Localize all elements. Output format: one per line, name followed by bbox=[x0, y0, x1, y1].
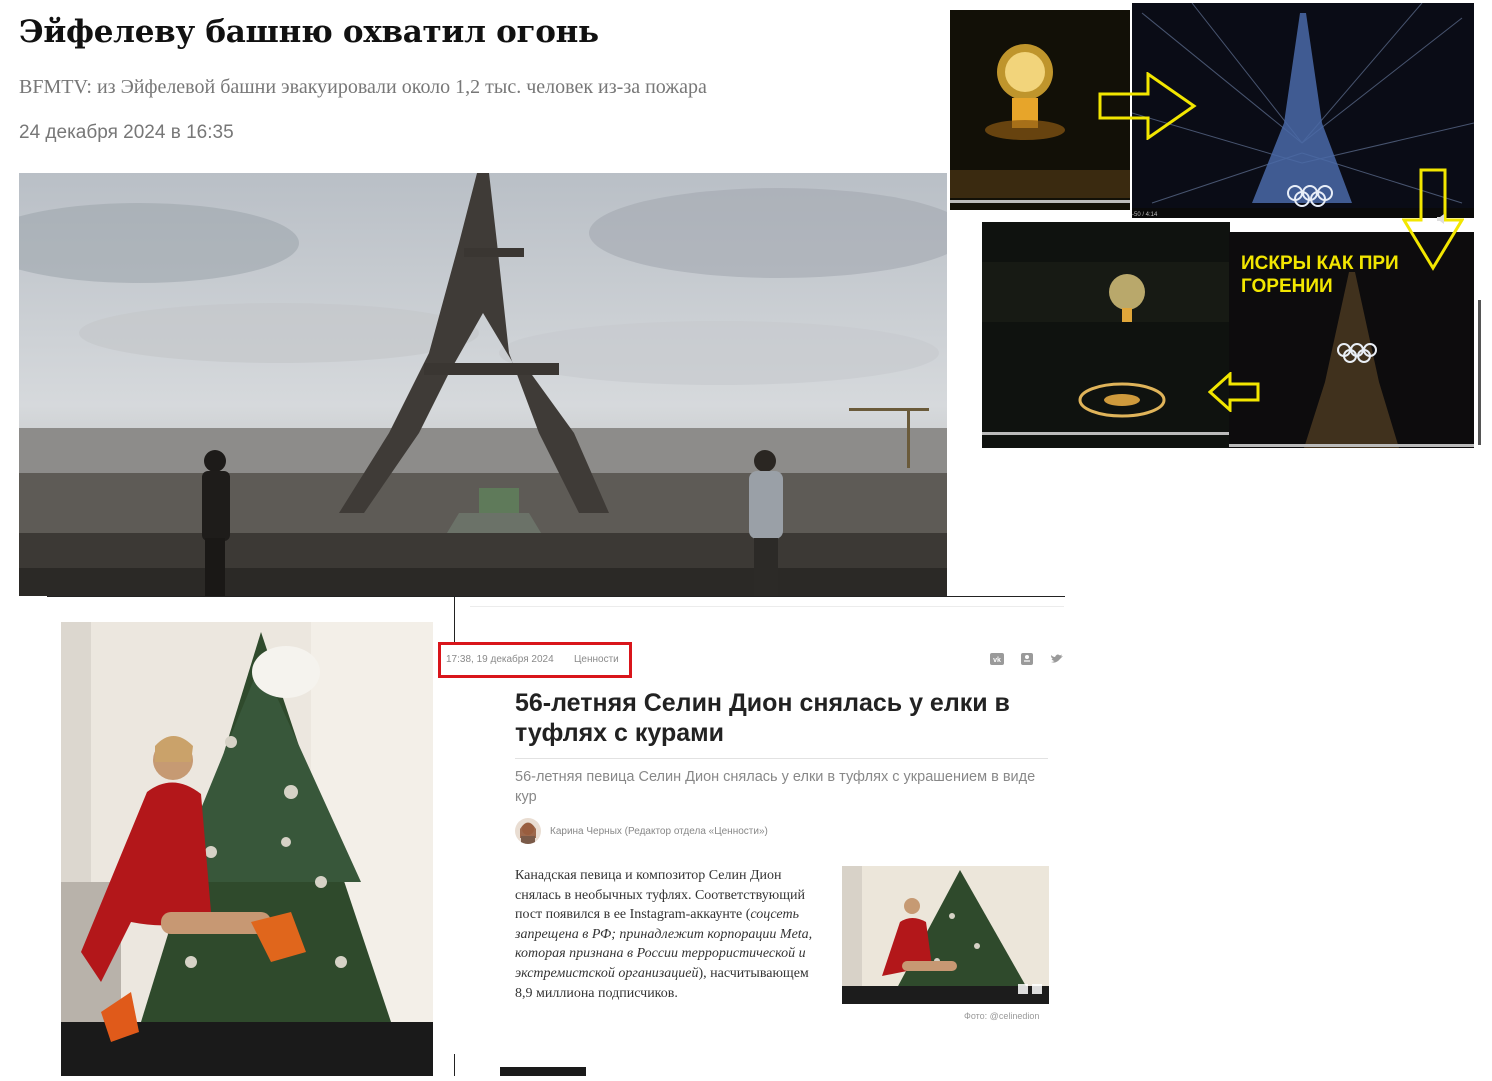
article2-body: Канадская певица и композитор Селин Дион… bbox=[515, 866, 815, 1003]
overlay-line-1: ИСКРЫ КАК ПРИ bbox=[1241, 253, 1399, 274]
svg-text:vk: vk bbox=[993, 657, 1001, 664]
photo-caption: Фото: @celinedion bbox=[964, 1011, 1040, 1021]
ok-icon[interactable] bbox=[1020, 653, 1034, 665]
eiffel-tower-photo bbox=[0, 173, 969, 596]
article1-title: Эйфелеву башню охватил огонь bbox=[19, 14, 599, 50]
article1-subtitle: BFMTV: из Эйфелевой башни эвакуировали о… bbox=[19, 76, 707, 98]
article2-category-link[interactable]: Ценности bbox=[574, 654, 619, 665]
article2-paragraph: Канадская певица и композитор Селин Дион… bbox=[515, 866, 815, 1003]
article2-thumbnail[interactable] bbox=[842, 866, 1049, 1004]
article2-date: 17:38, 19 декабря 2024 bbox=[446, 654, 554, 665]
vk-icon[interactable]: vk bbox=[990, 653, 1004, 665]
arrow-left-icon bbox=[1208, 372, 1260, 412]
article2-lead: 56-летняя певица Селин Дион снялась у ел… bbox=[515, 769, 1036, 805]
collage-divider-vertical-top bbox=[454, 596, 455, 644]
video-frame-aerial-night bbox=[982, 222, 1230, 448]
volume-icon[interactable] bbox=[1437, 214, 1449, 224]
article2-top-rule bbox=[470, 606, 1064, 607]
article1-date: 24 декабря 2024 в 16:35 bbox=[19, 122, 234, 143]
arrow-right-icon bbox=[1098, 72, 1197, 140]
author-avatar[interactable] bbox=[515, 818, 541, 844]
overlay-line-2: ГОРЕНИИ bbox=[1241, 276, 1333, 297]
collage-divider-horizontal bbox=[47, 596, 1065, 597]
video-time: -50 / 4:14 bbox=[1132, 212, 1158, 218]
article2-title: 56-летняя Селин Дион снялась у елки в ту… bbox=[515, 689, 1010, 747]
title-divider bbox=[515, 758, 1048, 759]
sparks-overlay-caption: ИСКРЫ КАК ПРИ ГОРЕНИИ bbox=[1241, 252, 1399, 298]
arrow-down-icon bbox=[1402, 168, 1464, 271]
scrollbar[interactable] bbox=[1478, 300, 1481, 445]
author-name-link[interactable]: Карина Черных (Редактор отдела «Ценности… bbox=[550, 826, 768, 837]
twitter-icon[interactable] bbox=[1050, 653, 1064, 665]
celine-dion-photo bbox=[61, 622, 433, 1076]
collage-divider-vertical-bottom bbox=[454, 1054, 455, 1076]
footer-fragment bbox=[500, 1067, 586, 1076]
